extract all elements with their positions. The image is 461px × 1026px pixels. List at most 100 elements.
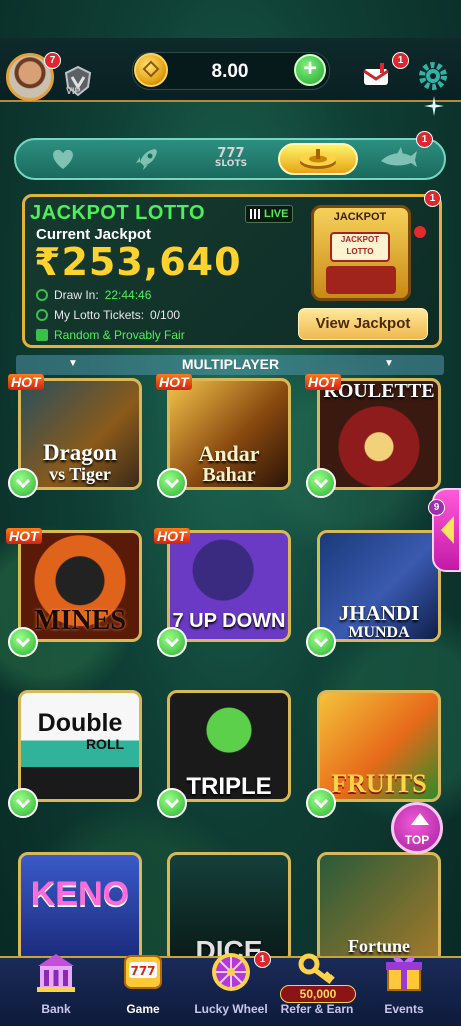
game-subtitle: ROLL [85, 736, 125, 752]
nav-lucky-wheel[interactable]: Lucky Wheel [191, 953, 271, 1024]
download-icon[interactable] [306, 788, 336, 818]
hot-badge: HOT [156, 374, 192, 390]
game-title: MINES [34, 605, 126, 636]
roulette-icon [300, 149, 336, 169]
live-indicator: LIVE [245, 205, 294, 223]
game-tile-dragon-vs-tiger[interactable]: Dragon vs Tiger [18, 378, 142, 490]
draw-row: Draw In: 22:44:46 [36, 288, 151, 302]
tab-multiplayer[interactable] [278, 143, 358, 175]
mailbox-icon[interactable] [360, 61, 392, 91]
game-subtitle: vs Tiger [49, 464, 111, 484]
download-icon[interactable] [157, 627, 187, 657]
top-label: TOP [404, 833, 430, 847]
game-subtitle: MUNDA [348, 624, 410, 641]
hot-badge: HOT [6, 528, 42, 544]
tab-slots[interactable]: 777 SLOTS [196, 143, 266, 175]
game-tile-triple[interactable]: TRIPLE [167, 690, 291, 802]
gift-icon [386, 956, 422, 991]
tab-rocket[interactable] [112, 143, 182, 175]
download-icon[interactable] [8, 468, 38, 498]
download-icon[interactable] [8, 788, 38, 818]
machine-base [326, 266, 396, 294]
tickets-label: My Lotto Tickets: [54, 308, 145, 322]
bank-icon [37, 954, 75, 992]
refer-amount-pill: 50,000 [280, 985, 356, 1003]
game-tile-7-up-down[interactable]: 7 UP DOWN [167, 530, 291, 642]
jackpot-title: JACKPOT LOTTO [30, 202, 206, 224]
nav-events[interactable]: Events [364, 956, 444, 1024]
wheel-badge: 1 [254, 951, 271, 968]
download-icon[interactable] [8, 627, 38, 657]
slots-label: SLOTS [214, 159, 248, 169]
game-title: 7 UP DOWN [172, 610, 286, 632]
coin-icon [134, 53, 168, 87]
view-jackpot-button[interactable]: View Jackpot [298, 308, 428, 340]
game-tile-fruits[interactable]: FRUITS [317, 690, 441, 802]
side-tab-badge: 9 [428, 499, 445, 516]
nav-game[interactable]: 777 Game [103, 955, 183, 1024]
slot-machine-icon: 777 [124, 955, 162, 989]
mail-badge: 1 [392, 52, 409, 69]
game-title: KENO [30, 875, 130, 913]
game-title: FRUITS [331, 769, 427, 798]
game-tile-dice[interactable]: DICE [167, 852, 291, 964]
add-funds-button[interactable]: + [294, 54, 326, 86]
game-tile-andar-bahar[interactable]: Andar Bahar [167, 378, 291, 490]
rocket-icon [136, 149, 157, 170]
shield-check-icon [36, 329, 48, 341]
nav-label: Refer & Earn [280, 1002, 354, 1016]
tab-favorites[interactable] [28, 143, 98, 175]
nav-bank[interactable]: Bank [16, 954, 96, 1024]
game-title: Dragon [42, 440, 118, 465]
machine-label: JACKPOT [333, 211, 387, 223]
tab-fish-badge: 1 [416, 131, 433, 148]
download-icon[interactable] [157, 468, 187, 498]
game-tile-double-roll[interactable]: Double ROLL [18, 690, 142, 802]
gear-icon[interactable] [417, 60, 449, 92]
download-icon[interactable] [306, 468, 336, 498]
machine-knob-icon [414, 226, 426, 238]
game-tile-roulette[interactable]: ROULETTE [317, 378, 441, 490]
slots-number: 777 [217, 146, 245, 161]
nav-label: Game [126, 1002, 160, 1016]
wheel-icon [212, 953, 250, 991]
game-title: TRIPLE [186, 773, 272, 800]
jackpot-amount: ₹253,640 [34, 240, 242, 284]
hot-badge: HOT [8, 374, 44, 390]
game-title: JHANDI [338, 601, 420, 625]
category-tabs: 777 SLOTS [14, 138, 446, 180]
draw-label: Draw In: [54, 288, 99, 302]
hot-badge: HOT [154, 528, 190, 544]
sparkle-icon [424, 96, 444, 116]
download-icon[interactable] [157, 788, 187, 818]
game-tile-jhandi-munda[interactable]: JHANDI MUNDA [317, 530, 441, 642]
vip-label: VIP [66, 86, 81, 96]
top-bar: 7 VIP 8.00 + 1 [0, 38, 461, 102]
hot-badge: HOT [305, 374, 341, 390]
jackpot-badge: 1 [424, 190, 441, 207]
nav-label: Lucky Wheel [194, 1002, 268, 1016]
machine-screen: JACKPOT LOTTO [330, 232, 390, 262]
game-tile-fortune[interactable]: Fortune [317, 852, 441, 964]
game-subtitle: Bahar [202, 464, 256, 486]
draw-time: 22:44:46 [104, 288, 152, 302]
clock-icon [36, 289, 48, 301]
heart-icon [53, 149, 73, 169]
ticket-icon [36, 309, 48, 321]
game-tile-keno[interactable]: KENO [18, 852, 142, 964]
live-label: LIVE [264, 208, 289, 220]
game-title: Andar [198, 441, 260, 466]
nav-label: Bank [41, 1002, 71, 1016]
signal-bars-icon [250, 209, 262, 219]
shark-icon [381, 147, 417, 167]
scroll-top-button[interactable]: TOP [391, 802, 443, 854]
fair-text: Random & Provably Fair [54, 328, 185, 342]
download-icon[interactable] [306, 627, 336, 657]
tickets-value: 0/100 [150, 308, 181, 322]
balance-value: 8.00 [211, 61, 249, 82]
game-tile-mines[interactable]: MINES [18, 530, 142, 642]
tickets-row: My Lotto Tickets: 0/100 [36, 308, 180, 322]
section-title: MULTIPLAYER [181, 356, 280, 372]
svg-text:777: 777 [130, 964, 155, 978]
nav-label: Events [384, 1002, 424, 1016]
